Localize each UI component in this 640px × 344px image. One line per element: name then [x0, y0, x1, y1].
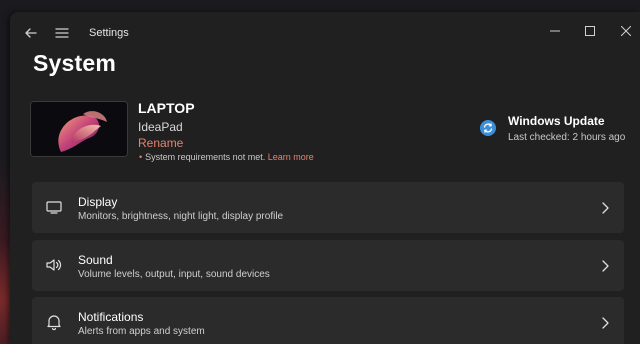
windows-update-icon[interactable] — [480, 120, 496, 136]
card-subtitle: Alerts from apps and system — [78, 326, 205, 337]
chevron-right-icon — [600, 316, 610, 329]
card-title: Notifications — [78, 310, 144, 324]
device-name: LAPTOP — [138, 100, 195, 116]
learn-more-link[interactable]: Learn more — [268, 152, 314, 162]
sound-settings-card[interactable]: Sound Volume levels, output, input, soun… — [32, 240, 624, 291]
close-button[interactable] — [612, 18, 640, 44]
device-model: IdeaPad — [138, 120, 183, 134]
app-title: Settings — [89, 27, 129, 39]
card-subtitle: Monitors, brightness, night light, displ… — [78, 211, 284, 222]
page-title: System — [33, 50, 117, 76]
card-title: Sound — [78, 253, 113, 267]
close-icon — [621, 26, 631, 36]
sync-icon — [480, 120, 496, 136]
maximize-icon — [585, 26, 595, 36]
wallpaper-bloom-image — [31, 102, 127, 156]
requirements-warning: • System requirements not met. Learn more — [139, 152, 314, 162]
chevron-right-icon — [600, 259, 610, 272]
requirements-text: System requirements not met. — [145, 152, 266, 162]
minimize-button[interactable] — [541, 18, 569, 44]
device-wallpaper-thumbnail — [30, 101, 128, 157]
speaker-icon — [45, 256, 63, 274]
warning-dot-icon: • — [139, 152, 143, 162]
title-bar: Settings — [10, 12, 640, 52]
card-title: Display — [78, 195, 118, 209]
maximize-button[interactable] — [576, 18, 604, 44]
windows-update-last-checked: Last checked: 2 hours ago — [508, 132, 626, 143]
navigation-menu-button[interactable] — [54, 25, 70, 41]
settings-window: Settings System LAPTOP IdeaPad Rename • … — [10, 12, 640, 344]
back-button[interactable] — [22, 24, 40, 42]
display-settings-card[interactable]: Display Monitors, brightness, night ligh… — [32, 182, 624, 233]
minimize-icon — [550, 30, 560, 32]
card-subtitle: Volume levels, output, input, sound devi… — [78, 269, 270, 280]
windows-update-title[interactable]: Windows Update — [508, 114, 605, 128]
notifications-settings-card[interactable]: Notifications Alerts from apps and syste… — [32, 297, 624, 344]
rename-link[interactable]: Rename — [138, 136, 183, 150]
hamburger-icon — [55, 28, 69, 38]
back-arrow-icon — [25, 28, 37, 38]
chevron-right-icon — [600, 201, 610, 214]
monitor-icon — [45, 198, 63, 216]
bell-icon — [45, 313, 63, 331]
